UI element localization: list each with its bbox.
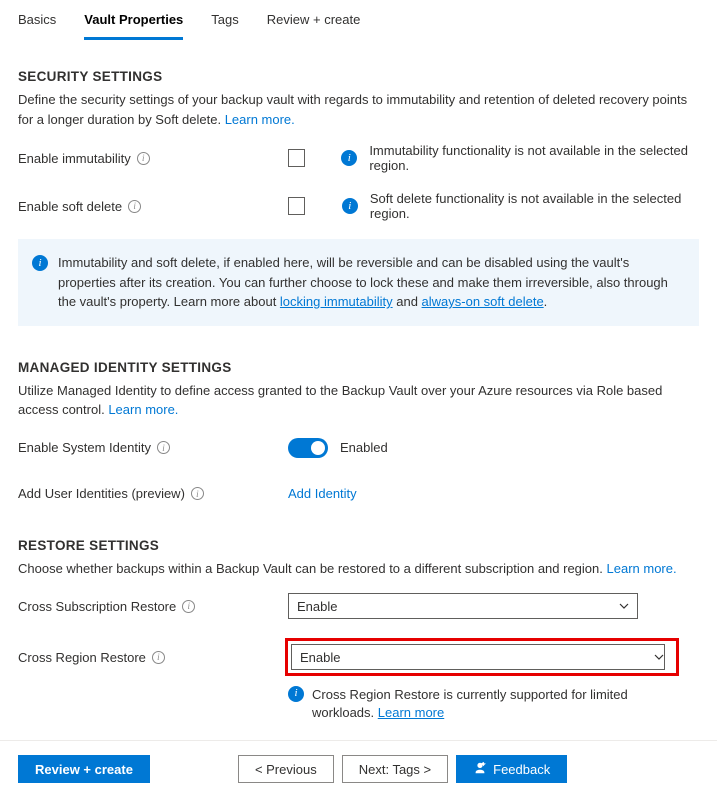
immutability-warning-text: Immutability functionality is not availa… [369, 143, 699, 173]
enable-soft-delete-checkbox[interactable] [288, 197, 305, 215]
add-user-identities-label: Add User Identities (preview) [18, 486, 185, 501]
security-learn-more-link[interactable]: Learn more. [225, 112, 295, 127]
cross-subscription-restore-label: Cross Subscription Restore [18, 599, 176, 614]
cross-region-restore-highlight: Enable [285, 638, 679, 676]
info-icon [341, 150, 357, 166]
info-icon[interactable] [152, 651, 165, 664]
info-icon [342, 198, 358, 214]
cross-region-restore-label: Cross Region Restore [18, 650, 146, 665]
security-settings-heading: SECURITY SETTINGS [18, 69, 699, 84]
banner-text: Immutability and soft delete, if enabled… [58, 253, 685, 312]
tab-review-create[interactable]: Review + create [267, 4, 361, 40]
always-on-soft-delete-link[interactable]: always-on soft delete [422, 294, 544, 309]
cross-region-restore-value: Enable [300, 650, 340, 665]
previous-button[interactable]: < Previous [238, 755, 334, 783]
cross-subscription-restore-row: Cross Subscription Restore Enable [18, 592, 699, 620]
tab-bar: Basics Vault Properties Tags Review + cr… [0, 4, 717, 41]
enable-system-identity-row: Enable System Identity Enabled [18, 434, 699, 462]
cross-subscription-restore-value: Enable [297, 599, 337, 614]
enable-immutability-row: Enable immutability Immutability functio… [18, 143, 699, 173]
info-icon[interactable] [182, 600, 195, 613]
info-icon[interactable] [137, 152, 150, 165]
security-settings-description: Define the security settings of your bac… [18, 90, 699, 129]
feedback-icon [473, 761, 487, 778]
feedback-button[interactable]: Feedback [456, 755, 567, 783]
restore-settings-heading: RESTORE SETTINGS [18, 538, 699, 553]
info-icon[interactable] [128, 200, 141, 213]
info-icon[interactable] [157, 441, 170, 454]
locking-immutability-link[interactable]: locking immutability [280, 294, 393, 309]
system-identity-toggle[interactable] [288, 438, 328, 458]
enable-immutability-label: Enable immutability [18, 151, 131, 166]
enable-immutability-checkbox[interactable] [288, 149, 305, 167]
next-button[interactable]: Next: Tags > [342, 755, 448, 783]
feedback-button-label: Feedback [493, 762, 550, 777]
tab-tags[interactable]: Tags [211, 4, 238, 40]
enable-soft-delete-row: Enable soft delete Soft delete functiona… [18, 191, 699, 221]
security-desc-text: Define the security settings of your bac… [18, 92, 687, 127]
soft-delete-warning-text: Soft delete functionality is not availab… [370, 191, 699, 221]
footer-toolbar: Review + create < Previous Next: Tags > … [0, 740, 717, 797]
system-identity-state-label: Enabled [340, 440, 388, 455]
banner-text-and: and [393, 294, 422, 309]
review-create-button[interactable]: Review + create [18, 755, 150, 783]
tab-basics[interactable]: Basics [18, 4, 56, 40]
enable-soft-delete-label: Enable soft delete [18, 199, 122, 214]
add-identity-link[interactable]: Add Identity [288, 486, 357, 501]
security-info-banner: Immutability and soft delete, if enabled… [18, 239, 699, 326]
cross-region-restore-row: Cross Region Restore Enable [18, 638, 699, 676]
cross-region-restore-select[interactable]: Enable [291, 644, 665, 670]
cross-subscription-restore-select[interactable]: Enable [288, 593, 638, 619]
add-user-identities-row: Add User Identities (preview) Add Identi… [18, 480, 699, 508]
restore-learn-more-link[interactable]: Learn more. [607, 561, 677, 576]
cross-region-restore-info: Cross Region Restore is currently suppor… [288, 686, 688, 722]
info-icon [288, 686, 304, 702]
managed-identity-description: Utilize Managed Identity to define acces… [18, 381, 699, 420]
cross-region-info-text: Cross Region Restore is currently suppor… [312, 687, 628, 720]
managed-identity-heading: MANAGED IDENTITY SETTINGS [18, 360, 699, 375]
enable-system-identity-label: Enable System Identity [18, 440, 151, 455]
restore-desc-text: Choose whether backups within a Backup V… [18, 561, 607, 576]
info-icon [32, 255, 48, 271]
cross-region-learn-more-link[interactable]: Learn more [378, 705, 444, 720]
info-icon[interactable] [191, 487, 204, 500]
restore-settings-description: Choose whether backups within a Backup V… [18, 559, 699, 579]
identity-learn-more-link[interactable]: Learn more. [108, 402, 178, 417]
tab-vault-properties[interactable]: Vault Properties [84, 4, 183, 40]
banner-text-period: . [544, 294, 548, 309]
